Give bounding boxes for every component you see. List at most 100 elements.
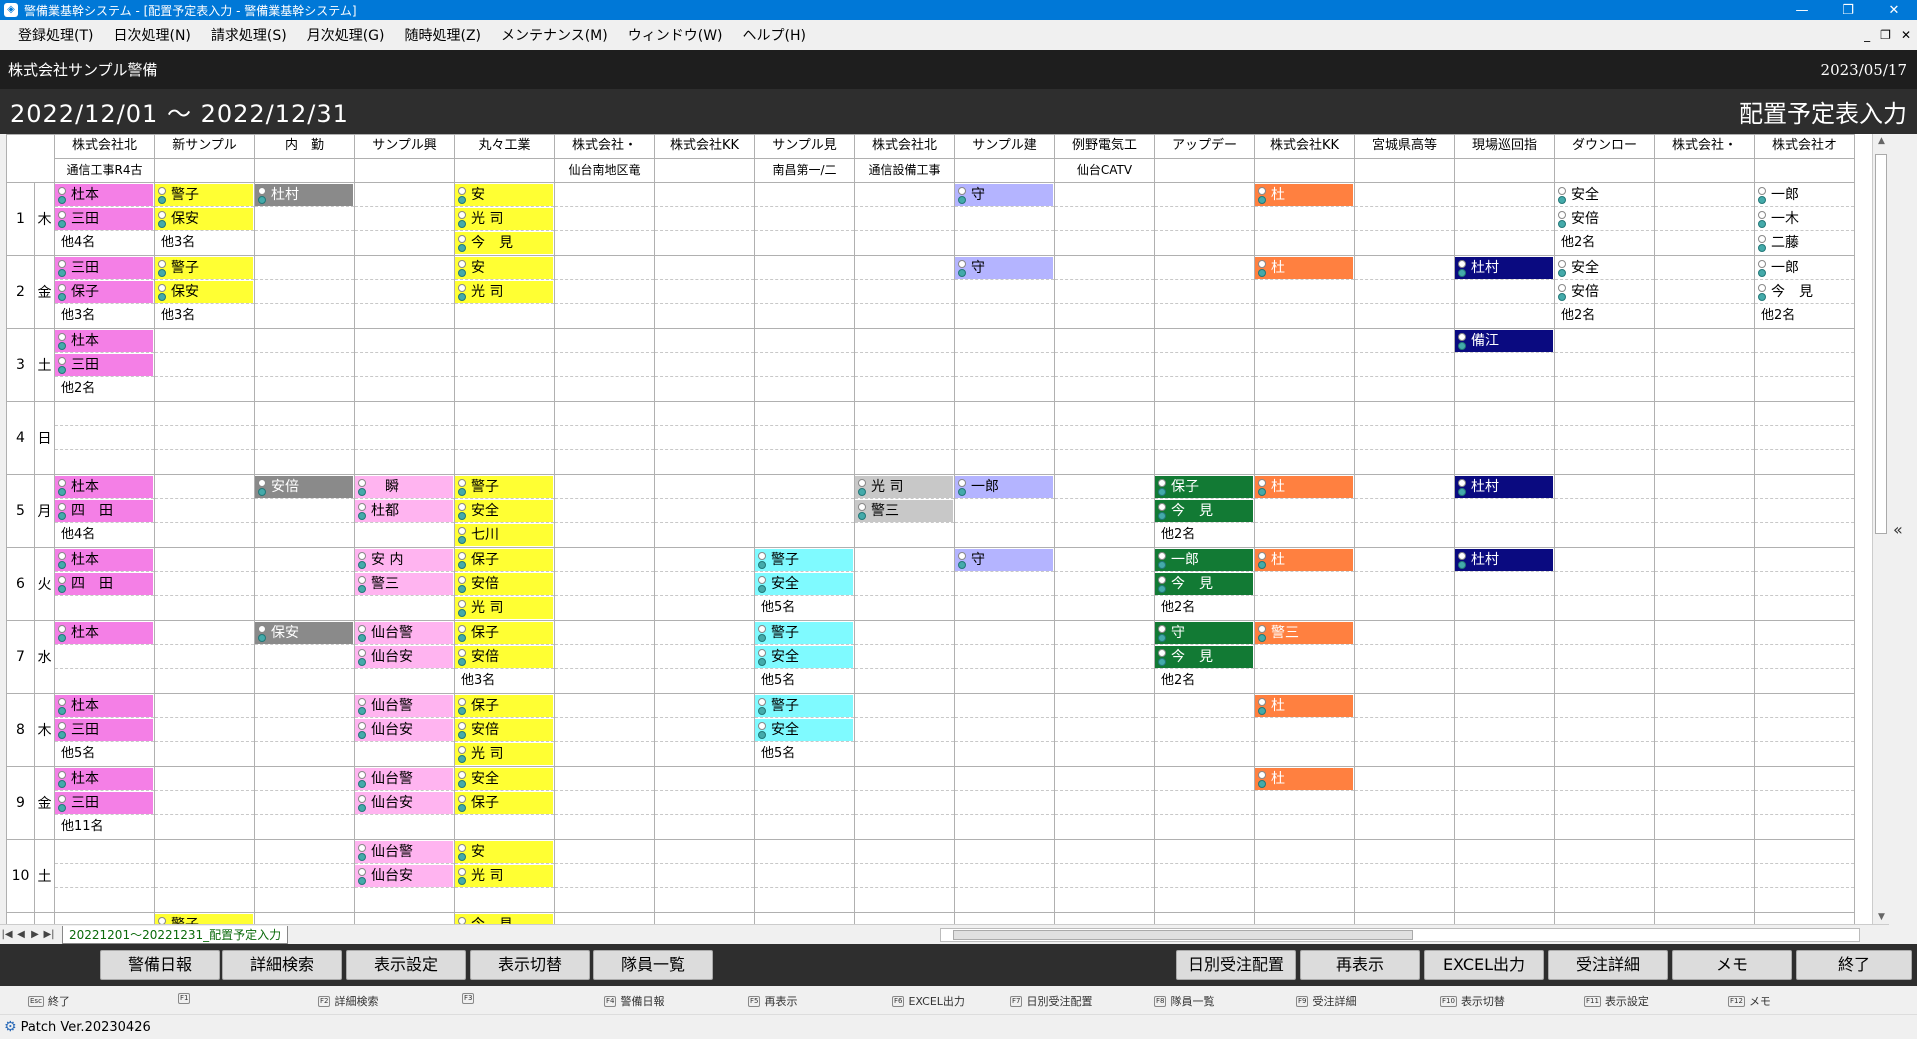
schedule-cell[interactable]: [1354, 401, 1455, 475]
schedule-cell[interactable]: [1554, 839, 1655, 913]
more-count[interactable]: 他4名: [59, 527, 95, 542]
schedule-cell[interactable]: [154, 474, 255, 548]
restore-button[interactable]: ❐: [1825, 3, 1871, 18]
schedule-cell[interactable]: 安光 司: [454, 839, 555, 913]
display-toggle-button[interactable]: 表示切替: [470, 950, 590, 980]
more-count[interactable]: 他3名: [159, 308, 195, 323]
schedule-cell[interactable]: [1354, 839, 1455, 913]
column-header[interactable]: 株式会社北: [54, 134, 155, 159]
schedule-cell[interactable]: [554, 547, 655, 621]
schedule-cell[interactable]: [554, 620, 655, 694]
schedule-cell[interactable]: [854, 620, 955, 694]
schedule-cell[interactable]: [254, 401, 355, 475]
assignment-tag[interactable]: 警子: [755, 622, 853, 644]
scroll-down-icon[interactable]: ▼: [1873, 912, 1890, 922]
schedule-cell[interactable]: [654, 839, 755, 913]
schedule-cell[interactable]: [1254, 401, 1355, 475]
column-header[interactable]: 株式会社・: [554, 134, 655, 159]
assignment-tag[interactable]: 警子: [155, 914, 253, 924]
schedule-cell[interactable]: 杜本四 田他4名: [54, 474, 155, 548]
assignment-tag[interactable]: 一郎: [1756, 257, 1854, 279]
schedule-cell[interactable]: [1454, 401, 1555, 475]
sheet-tab[interactable]: 20221201～20221231_配置予定入力: [62, 925, 289, 944]
schedule-cell[interactable]: 杜: [1254, 474, 1355, 548]
schedule-cell[interactable]: [254, 255, 355, 329]
assignment-tag[interactable]: 杜都: [355, 500, 453, 522]
schedule-cell[interactable]: [1654, 182, 1755, 256]
schedule-cell[interactable]: [1454, 766, 1555, 840]
schedule-cell[interactable]: 保子 安倍光 司: [454, 547, 555, 621]
display-settings-button[interactable]: 表示設定: [346, 950, 466, 980]
schedule-cell[interactable]: [1154, 182, 1255, 256]
schedule-cell[interactable]: [1554, 474, 1655, 548]
schedule-cell[interactable]: 杜村: [1454, 255, 1555, 329]
schedule-cell[interactable]: [654, 693, 755, 767]
schedule-cell[interactable]: [954, 766, 1055, 840]
schedule-cell[interactable]: [654, 912, 755, 924]
assignment-tag[interactable]: 安全: [455, 768, 553, 790]
schedule-cell[interactable]: [54, 401, 155, 475]
schedule-cell[interactable]: 安全 安倍 他2名: [1554, 182, 1655, 256]
schedule-cell[interactable]: 守: [954, 255, 1055, 329]
schedule-cell[interactable]: 警子 安全 他5名: [754, 693, 855, 767]
schedule-cell[interactable]: [854, 693, 955, 767]
schedule-cell[interactable]: 安 内警三: [354, 547, 455, 621]
mdi-close-button[interactable]: ✕: [1901, 28, 1911, 42]
schedule-cell[interactable]: [1154, 328, 1255, 402]
assignment-tag[interactable]: 三田: [55, 792, 153, 814]
last-sheet-icon[interactable]: ▶|: [42, 929, 56, 940]
collapse-panel-icon[interactable]: «: [1893, 520, 1903, 539]
schedule-cell[interactable]: 警子 保安 他3名: [154, 182, 255, 256]
assignment-tag[interactable]: 杜本: [55, 695, 153, 717]
schedule-cell[interactable]: [154, 328, 255, 402]
schedule-cell[interactable]: [1254, 912, 1355, 924]
schedule-cell[interactable]: [854, 766, 955, 840]
schedule-cell[interactable]: 保子 安倍 他3名: [454, 620, 555, 694]
schedule-cell[interactable]: [454, 328, 555, 402]
column-header[interactable]: 株式会社KK: [1254, 134, 1355, 159]
column-header[interactable]: 株式会社・: [1654, 134, 1755, 159]
scroll-thumb[interactable]: [1875, 154, 1887, 534]
more-count[interactable]: 他3名: [59, 308, 95, 323]
column-header[interactable]: サンプル興: [354, 134, 455, 159]
schedule-cell[interactable]: 一郎 一木 二藤: [1754, 182, 1855, 256]
schedule-cell[interactable]: 仙台警 仙台安: [354, 620, 455, 694]
schedule-cell[interactable]: [1654, 255, 1755, 329]
schedule-cell[interactable]: [154, 839, 255, 913]
assignment-tag[interactable]: 四 田: [55, 573, 153, 595]
schedule-cell[interactable]: 杜: [1254, 255, 1355, 329]
schedule-cell[interactable]: 保子 安倍光 司: [454, 693, 555, 767]
schedule-cell[interactable]: [554, 182, 655, 256]
next-sheet-icon[interactable]: ▶: [28, 929, 42, 940]
assignment-tag[interactable]: 守: [1155, 622, 1253, 644]
schedule-cell[interactable]: 杜村: [1454, 547, 1555, 621]
menu-billing[interactable]: 請求処理(S): [201, 25, 297, 45]
schedule-cell[interactable]: [54, 839, 155, 913]
schedule-cell[interactable]: [854, 839, 955, 913]
schedule-cell[interactable]: [1354, 693, 1455, 767]
schedule-cell[interactable]: [1554, 401, 1655, 475]
schedule-cell[interactable]: [254, 839, 355, 913]
assignment-tag[interactable]: 仙台警: [355, 841, 453, 863]
schedule-cell[interactable]: 守: [954, 547, 1055, 621]
schedule-cell[interactable]: [654, 620, 755, 694]
schedule-cell[interactable]: [1454, 693, 1555, 767]
schedule-cell[interactable]: [554, 255, 655, 329]
schedule-cell[interactable]: [954, 620, 1055, 694]
schedule-cell[interactable]: [1654, 547, 1755, 621]
assignment-tag[interactable]: 仙台安: [355, 792, 453, 814]
column-header[interactable]: 現場巡回指: [1454, 134, 1555, 159]
schedule-cell[interactable]: [654, 255, 755, 329]
more-count[interactable]: 他2名: [1159, 600, 1195, 615]
schedule-cell[interactable]: [1054, 766, 1155, 840]
assignment-tag[interactable]: 杜本: [55, 549, 153, 571]
schedule-cell[interactable]: [1654, 693, 1755, 767]
assignment-tag[interactable]: 今 見: [455, 914, 553, 924]
schedule-cell[interactable]: [1754, 620, 1855, 694]
assignment-tag[interactable]: 保子: [455, 695, 553, 717]
order-detail-button[interactable]: 受注詳細: [1548, 950, 1668, 980]
assignment-tag[interactable]: 保子: [455, 622, 553, 644]
schedule-cell[interactable]: [654, 547, 755, 621]
schedule-cell[interactable]: 警子: [154, 912, 255, 924]
assignment-tag[interactable]: 杜本: [55, 476, 153, 498]
